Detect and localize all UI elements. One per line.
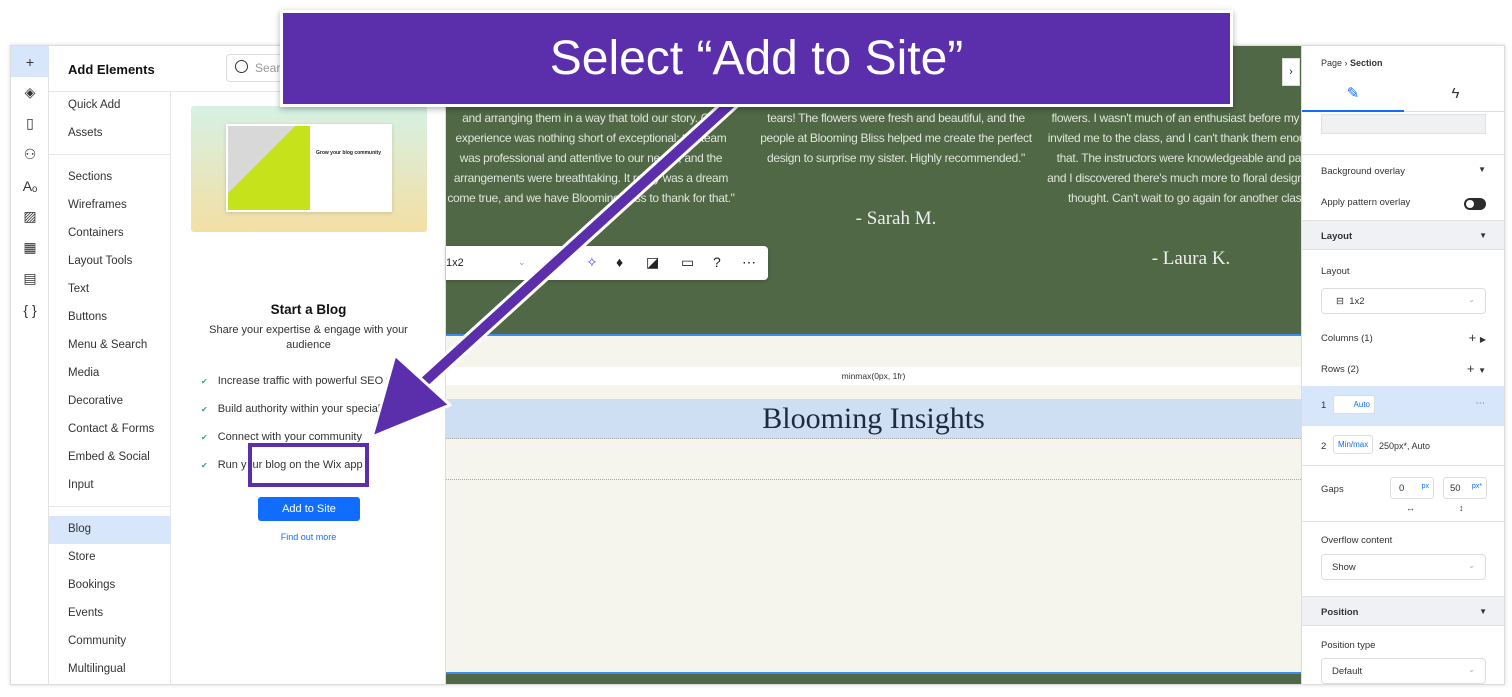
highlight-box bbox=[248, 443, 369, 487]
instruction-banner: Select “Add to Site” bbox=[280, 10, 1233, 107]
